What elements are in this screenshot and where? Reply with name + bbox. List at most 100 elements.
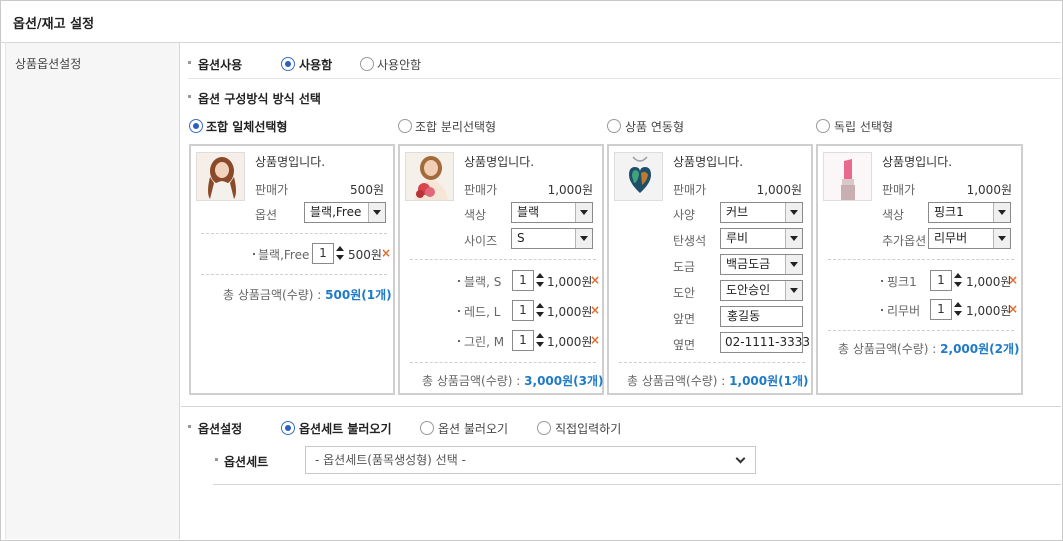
price-label: 판매가 xyxy=(673,183,707,197)
selected-item-name: 블랙,Free xyxy=(258,248,310,262)
quantity-input[interactable]: 1 xyxy=(512,300,534,321)
total-amount: 총 상품금액(수량) : 2,000원(2개) xyxy=(838,340,1020,357)
price-label: 판매가 xyxy=(255,183,289,197)
quantity-spinner-icon[interactable] xyxy=(954,270,962,291)
total-value: 3,000원(3개) xyxy=(524,374,604,388)
chevron-down-icon xyxy=(785,281,802,300)
bullet-icon xyxy=(188,61,191,64)
option-use-yes-radio[interactable] xyxy=(281,57,295,71)
method-independent-radio[interactable] xyxy=(816,119,830,133)
selected-item-row: 블랙, S 1 1,000원 × xyxy=(400,270,604,291)
spec-field-label: 사양 xyxy=(673,208,696,222)
size-field-label: 사이즈 xyxy=(464,234,498,248)
chevron-down-icon xyxy=(368,203,385,222)
bullet-icon xyxy=(458,310,460,312)
option-use-yes-label[interactable]: 사용함 xyxy=(299,56,332,73)
divider xyxy=(188,78,1061,79)
color-field-label: 색상 xyxy=(464,208,487,222)
load-option-set-radio[interactable] xyxy=(281,421,295,435)
product-thumbnail xyxy=(614,152,663,201)
price-value: 1,000원 xyxy=(966,183,1012,197)
load-option-label[interactable]: 옵션 불러오기 xyxy=(438,420,508,437)
quantity-spinner-icon[interactable] xyxy=(536,330,544,351)
product-name: 상품명입니다. xyxy=(464,155,535,169)
left-label-column: 상품옵션설정 xyxy=(5,43,180,539)
option-panel-separated: 상품명입니다. 판매가 1,000원 색상 블랙 사이즈 S 블랙, S 1 1… xyxy=(398,144,604,395)
method-separated-radio[interactable] xyxy=(398,119,412,133)
total-value: 1,000원(1개) xyxy=(729,374,809,388)
color-select[interactable]: 블랙 xyxy=(511,202,593,223)
option-set-select[interactable]: - 옵션세트(품목생성형) 선택 - xyxy=(305,446,756,474)
quantity-spinner-icon[interactable] xyxy=(536,270,544,291)
product-name: 상품명입니다. xyxy=(673,155,744,169)
method-linked-radio[interactable] xyxy=(607,119,621,133)
option-use-no-label[interactable]: 사용안함 xyxy=(377,56,421,73)
method-combined-radio[interactable] xyxy=(189,119,203,133)
quantity-input[interactable]: 1 xyxy=(512,330,534,351)
direct-input-label[interactable]: 직접입력하기 xyxy=(555,420,621,437)
plating-select[interactable]: 백금도금 xyxy=(720,254,803,275)
price-value: 1,000원 xyxy=(756,183,802,197)
close-x-icon[interactable]: × xyxy=(590,273,600,287)
side-text-input[interactable]: 02-1111-3333 xyxy=(720,332,810,353)
bullet-icon xyxy=(881,309,883,311)
close-x-icon[interactable]: × xyxy=(1008,302,1018,316)
close-x-icon[interactable]: × xyxy=(1008,273,1018,287)
divider xyxy=(828,330,1014,331)
price-label: 판매가 xyxy=(464,183,498,197)
option-use-label: 옵션사용 xyxy=(198,58,243,72)
method-independent-label[interactable]: 독립 선택형 xyxy=(834,118,893,135)
method-separated-label[interactable]: 조합 분리선택형 xyxy=(415,118,496,135)
selected-item-price: 1,000원 xyxy=(547,305,593,319)
quantity-spinner-icon[interactable] xyxy=(536,300,544,321)
direct-input-radio[interactable] xyxy=(537,421,551,435)
quantity-input[interactable]: 1 xyxy=(930,270,952,291)
quantity-input[interactable]: 1 xyxy=(312,243,334,264)
selected-item-row: 레드, L 1 1,000원 × xyxy=(400,300,604,321)
bullet-icon xyxy=(253,253,255,255)
option-panel-independent: 상품명입니다. 판매가 1,000원 색상 핑크1 추가옵션 리무버 핑크1 1… xyxy=(816,144,1023,395)
option-select[interactable]: 블랙,Free xyxy=(304,202,386,223)
color-select-value: 핑크1 xyxy=(934,205,964,219)
design-select[interactable]: 도안승인 xyxy=(720,280,803,301)
close-x-icon[interactable]: × xyxy=(590,333,600,347)
close-x-icon[interactable]: × xyxy=(590,303,600,317)
method-linked-label[interactable]: 상품 연동형 xyxy=(625,118,684,135)
divider xyxy=(201,233,387,234)
front-text-input[interactable]: 홍길동 xyxy=(720,306,803,327)
quantity-spinner-icon[interactable] xyxy=(954,299,962,320)
total-value: 2,000원(2개) xyxy=(940,342,1020,356)
color-select[interactable]: 핑크1 xyxy=(928,202,1011,223)
divider xyxy=(619,362,805,363)
size-select[interactable]: S xyxy=(511,228,593,249)
quantity-spinner-icon[interactable] xyxy=(336,243,344,264)
birthstone-field-label: 탄생석 xyxy=(673,234,707,248)
selected-item-price: 1,000원 xyxy=(547,335,593,349)
spec-select[interactable]: 커브 xyxy=(720,202,803,223)
option-panel-combined: 상품명입니다. 판매가 500원 옵션 블랙,Free 블랙,Free 1 50… xyxy=(189,144,395,395)
load-option-radio[interactable] xyxy=(420,421,434,435)
product-thumbnail xyxy=(405,152,454,201)
close-x-icon[interactable]: × xyxy=(381,246,391,260)
front-field-label: 앞면 xyxy=(673,312,696,326)
selected-item-row: 리무버 1 1,000원 × xyxy=(818,299,1023,320)
method-combined-label[interactable]: 조합 일체선택형 xyxy=(206,118,287,135)
product-name: 상품명입니다. xyxy=(255,155,326,169)
quantity-input[interactable]: 1 xyxy=(512,270,534,291)
section-header: 옵션/재고 설정 xyxy=(0,0,1061,43)
plating-field-label: 도금 xyxy=(673,260,696,274)
load-option-set-label[interactable]: 옵션세트 불러오기 xyxy=(299,420,392,437)
selected-item-name: 블랙, S xyxy=(464,275,502,289)
selected-item-price: 1,000원 xyxy=(966,304,1012,318)
birthstone-select[interactable]: 루비 xyxy=(720,228,803,249)
bullet-icon xyxy=(881,280,883,282)
extra-option-select[interactable]: 리무버 xyxy=(928,228,1011,249)
plating-select-value: 백금도금 xyxy=(726,257,771,271)
design-field-label: 도안 xyxy=(673,286,696,300)
quantity-input[interactable]: 1 xyxy=(930,299,952,320)
side-field-label: 옆면 xyxy=(673,338,696,352)
design-select-value: 도안승인 xyxy=(726,283,771,297)
option-use-no-radio[interactable] xyxy=(360,57,374,71)
spec-select-value: 커브 xyxy=(726,205,749,219)
divider xyxy=(181,406,1061,407)
